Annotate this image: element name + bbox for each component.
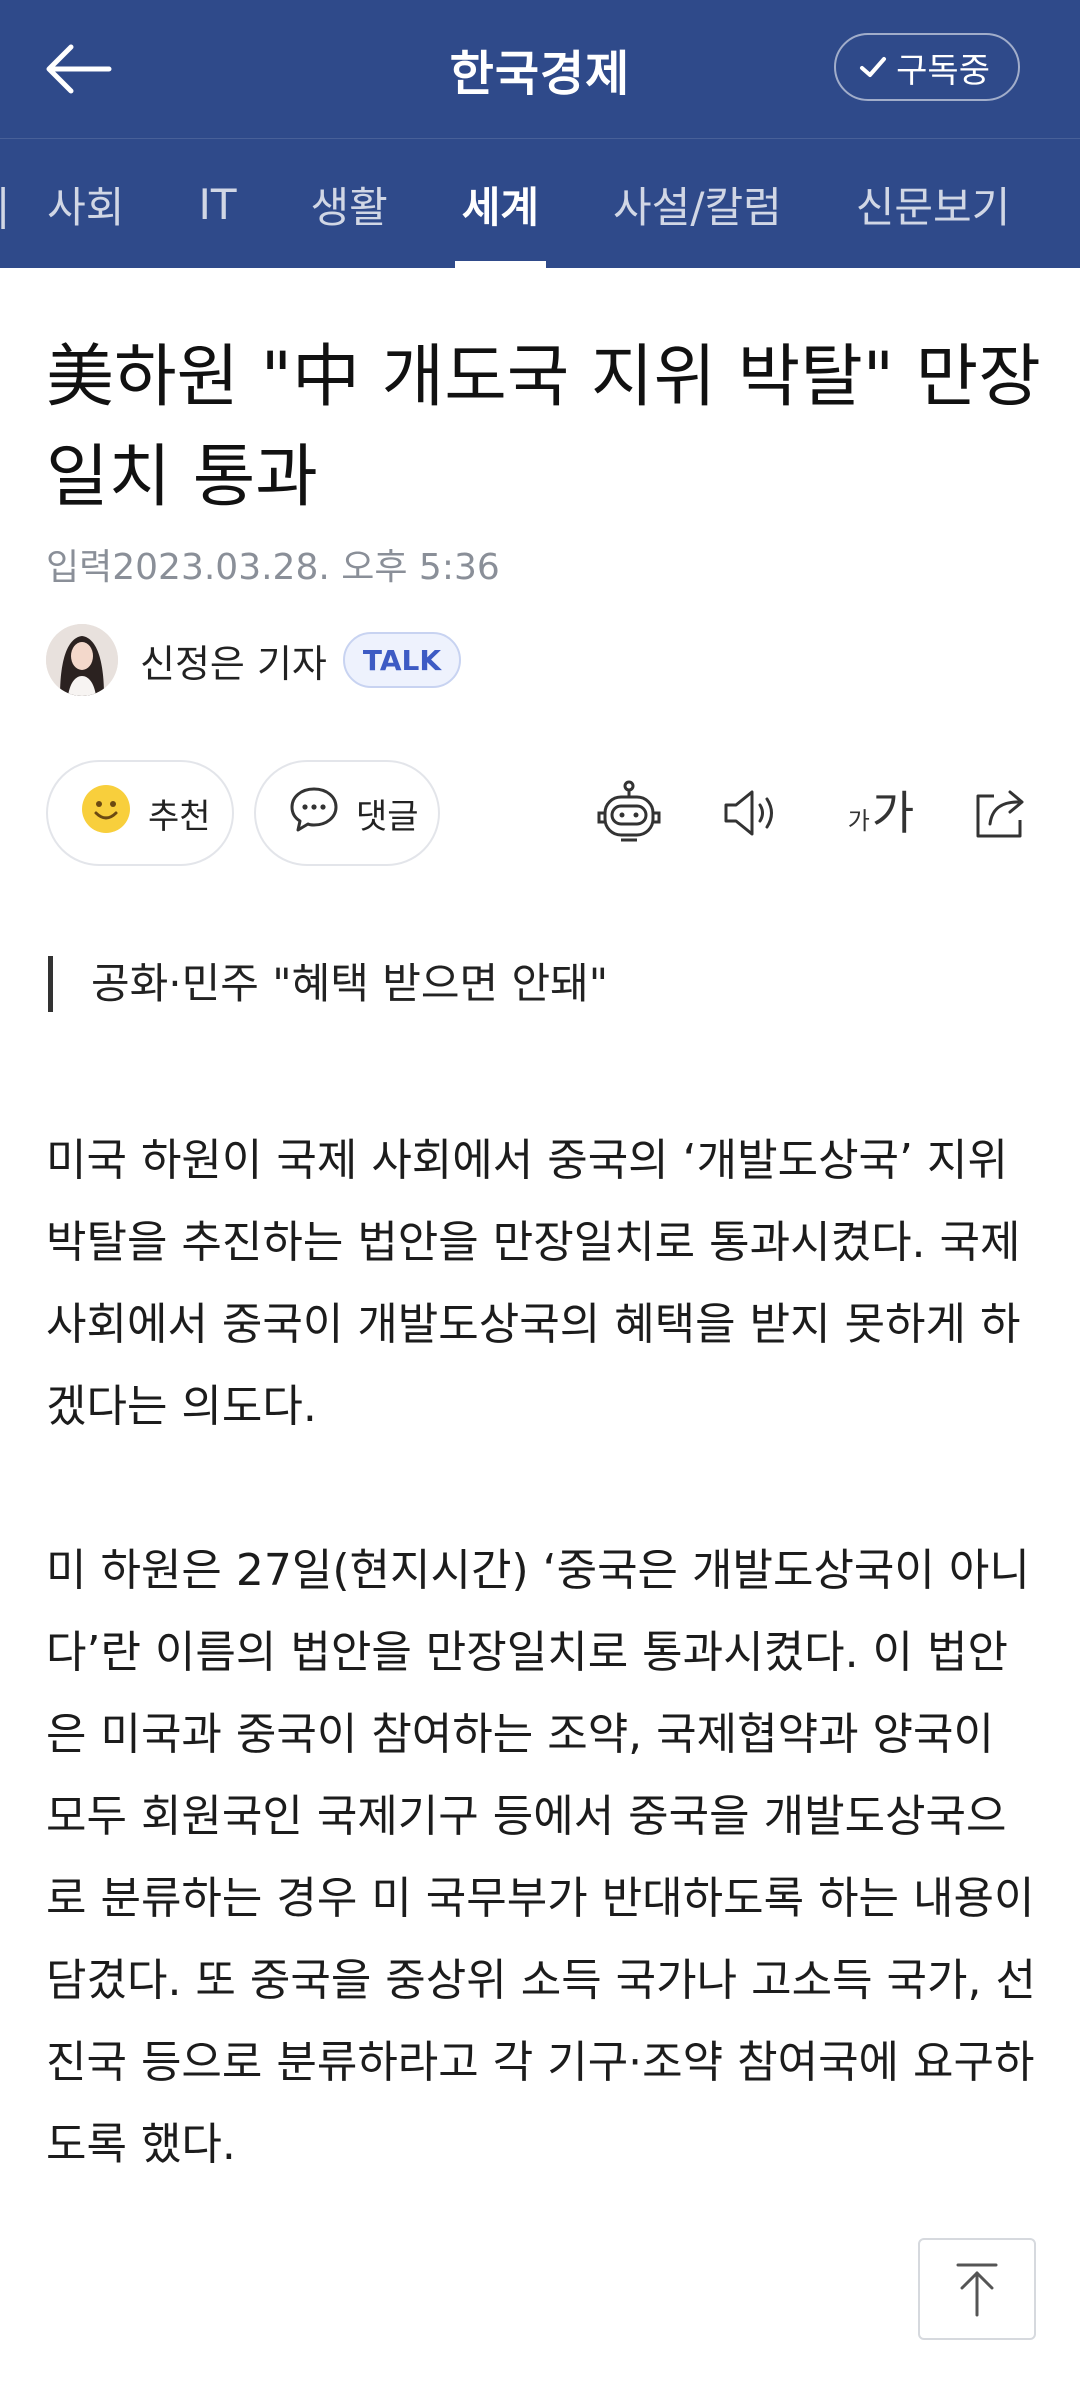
article-paragraph: 미국 하원이 국제 사회에서 중국의 ‘개발도상국’ 지위 박탈을 추진하는 법… xyxy=(46,1135,1021,1432)
robot-icon xyxy=(597,780,661,842)
recommend-button[interactable]: 추천 xyxy=(46,760,234,866)
check-icon xyxy=(858,52,888,82)
font-size-button[interactable]: 가 가 xyxy=(836,778,926,848)
comment-bubble-icon xyxy=(288,783,340,844)
talk-badge[interactable]: TALK xyxy=(342,632,462,688)
comment-button[interactable]: 댓글 xyxy=(254,760,440,866)
category-tab-bar: | 사회 IT 생활 세계 사설/칼럼 신문보기 xyxy=(0,138,1080,268)
tab-it[interactable]: IT xyxy=(161,139,273,268)
recommend-label: 추천 xyxy=(148,796,211,837)
article-action-row: 추천 댓글 가 가 xyxy=(46,760,1036,870)
read-aloud-button[interactable] xyxy=(716,778,786,848)
subscribe-button[interactable]: 구독중 xyxy=(834,33,1020,101)
font-size-icon: 가 가 xyxy=(847,786,915,840)
share-button[interactable] xyxy=(966,778,1036,848)
author-name[interactable]: 신정은 기자 xyxy=(140,633,327,688)
subscribe-label: 구독중 xyxy=(896,50,990,91)
tab-world[interactable]: 세계 xyxy=(425,139,576,268)
top-app-bar: 한국경제 구독중 xyxy=(0,0,1080,138)
article-headline: 美하원 "中 개도국 지위 박탈" 만장일치 통과 xyxy=(46,338,1041,517)
tab-scroll[interactable]: | 사회 IT 생활 세계 사설/칼럼 신문보기 xyxy=(0,139,1047,268)
author-row: 신정은 기자 TALK xyxy=(46,622,462,698)
arrow-up-icon xyxy=(956,2263,998,2317)
tab-partial[interactable]: | xyxy=(0,139,10,268)
tab-newspaper[interactable]: 신문보기 xyxy=(819,139,1048,268)
article-paragraph: 미 하원은 27일(현지시간) ‘중국은 개발도상국이 아니다’란 이름의 법안… xyxy=(46,1545,1036,2170)
smile-icon xyxy=(80,783,132,844)
speaker-icon xyxy=(724,790,773,836)
tab-life[interactable]: 생활 xyxy=(273,139,424,268)
author-avatar[interactable] xyxy=(46,624,118,696)
tab-editorial[interactable]: 사설/칼럼 xyxy=(576,139,819,268)
comment-label: 댓글 xyxy=(356,796,419,837)
scroll-to-top-button[interactable] xyxy=(918,2238,1036,2340)
tab-society[interactable]: 사회 xyxy=(10,139,161,268)
share-icon xyxy=(976,790,1024,838)
publish-date: 입력2023.03.28. 오후 5:36 xyxy=(46,547,500,588)
summary-bot-button[interactable] xyxy=(594,778,664,848)
article-subheading: 공화·민주 "혜택 받으면 안돼" xyxy=(48,956,608,1012)
